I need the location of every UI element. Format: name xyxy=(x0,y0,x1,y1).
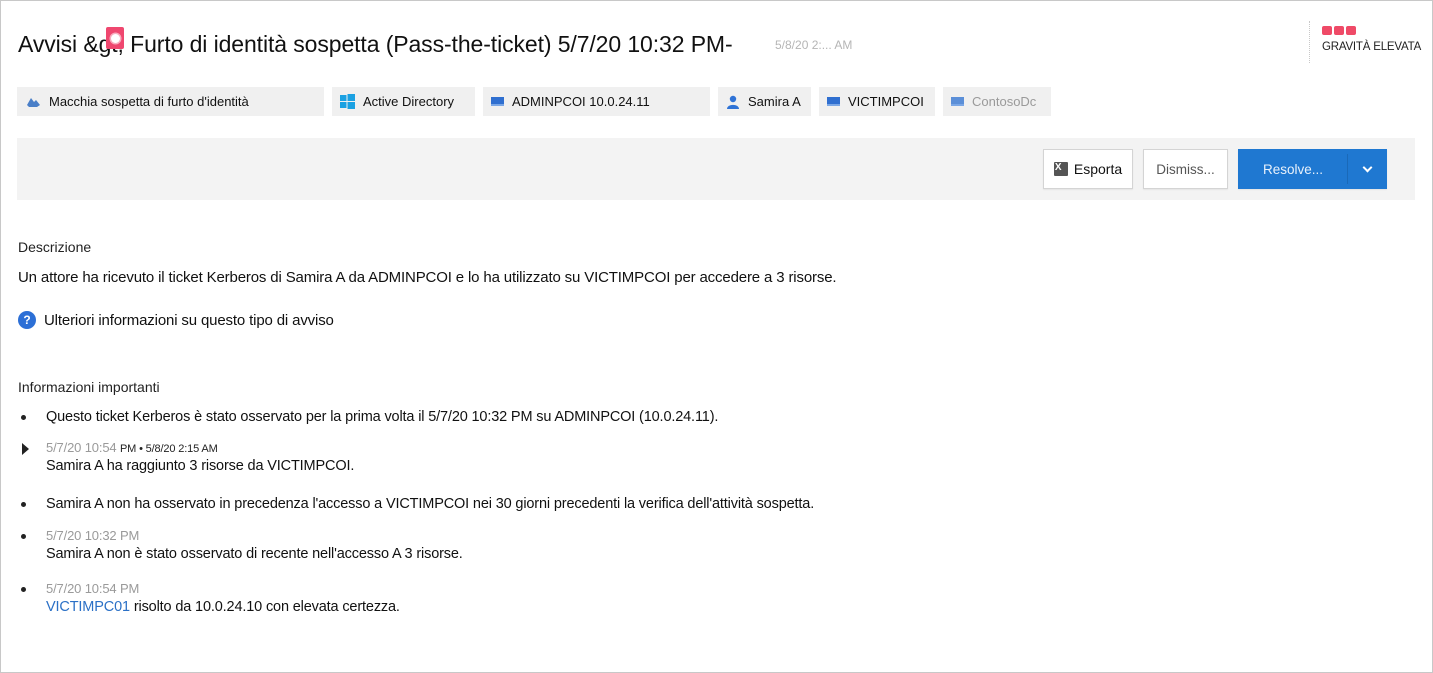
page-title: Avvisi &gt; Furto di identità sospetta (… xyxy=(18,27,852,61)
info-timestamp-range: PM • 5/8/20 2:15 AM xyxy=(119,443,218,455)
alert-badge-icon xyxy=(106,27,124,49)
info-item: Questo ticket Kerberos è stato osservato… xyxy=(21,409,718,425)
expand-arrow-icon[interactable] xyxy=(22,443,29,455)
chip-active-directory[interactable]: Active Directory xyxy=(332,87,475,116)
dismiss-label: Dismiss... xyxy=(1156,161,1215,177)
severity-bar xyxy=(1322,26,1332,35)
info-item: Samira A non ha osservato in precedenza … xyxy=(21,496,814,512)
learn-more-link[interactable]: ? Ulteriori informazioni su questo tipo … xyxy=(18,311,334,329)
entity-chips: Macchia sospetta di furto d'identità Act… xyxy=(17,87,1051,116)
user-icon xyxy=(726,95,740,109)
excel-icon xyxy=(1053,162,1068,176)
severity-indicator: GRAVITÀ ELEVATA xyxy=(1309,21,1421,63)
severity-label: GRAVITÀ ELEVATA xyxy=(1322,41,1422,53)
bullet-icon xyxy=(21,415,26,420)
severity-bar xyxy=(1346,26,1356,35)
bullet-icon xyxy=(21,587,26,592)
chip-label: Macchia sospetta di furto d'identità xyxy=(49,94,249,109)
command-bar: Esporta Dismiss... Resolve... xyxy=(17,138,1415,200)
title-end-time-ghost: 5/8/20 2:... AM xyxy=(775,38,853,52)
info-item-expandable: 5/7/20 10:54 PM • 5/8/20 2:15 AM Samira … xyxy=(21,440,354,474)
chip-label: Samira A xyxy=(748,94,801,109)
chip-label: Active Directory xyxy=(363,94,455,109)
info-text: Questo ticket Kerberos è stato osservato… xyxy=(46,409,719,425)
info-timestamp-row: 5/7/20 10:54 PM • 5/8/20 2:15 AM xyxy=(46,440,354,455)
info-item: 5/7/20 10:32 PM Samira A non è stato oss… xyxy=(21,528,463,562)
info-item: 5/7/20 10:54 PM VICTIMPC01 risolto da 10… xyxy=(21,581,400,615)
computer-icon xyxy=(827,97,840,106)
resolve-dropdown-chevron-down-icon[interactable] xyxy=(1347,150,1388,188)
export-label: Esporta xyxy=(1073,161,1123,177)
bullet-icon xyxy=(21,534,26,539)
computer-link[interactable]: VICTIMPC01 xyxy=(46,599,130,615)
chip-label: ContosoDc xyxy=(972,94,1037,109)
info-timestamp: 5/7/20 10:54 xyxy=(46,440,117,455)
info-timestamp: 5/7/20 10:54 PM xyxy=(46,581,140,596)
resolve-button[interactable]: Resolve... xyxy=(1239,162,1347,177)
chip-label: VICTIMPCOI xyxy=(848,94,924,109)
severity-bars-icon xyxy=(1322,26,1421,35)
learn-more-label: Ulteriori informazioni su questo tipo di… xyxy=(44,311,334,329)
chip-label: ADMINPCOI 10.0.24.11 xyxy=(512,94,650,109)
info-text: Samira A non ha osservato in precedenza … xyxy=(46,496,815,512)
description-text: Un attore ha ricevuto il ticket Kerberos… xyxy=(18,269,837,286)
severity-bar xyxy=(1334,26,1344,35)
windows-icon xyxy=(340,94,355,109)
chip-user[interactable]: Samira A xyxy=(718,87,811,116)
page-title-text: Avvisi &gt; Furto di identità sospetta (… xyxy=(18,30,733,57)
computer-icon xyxy=(951,97,964,106)
identity-theft-icon xyxy=(25,96,41,108)
chip-alert-type[interactable]: Macchia sospetta di furto d'identità xyxy=(17,87,324,116)
chip-source-computer[interactable]: ADMINPCOI 10.0.24.11 xyxy=(483,87,710,116)
info-text: risolto da 10.0.24.10 con elevata certez… xyxy=(133,599,400,615)
description-heading: Descrizione xyxy=(18,239,92,255)
chip-domain-controller[interactable]: ContosoDc xyxy=(943,87,1051,116)
export-button[interactable]: Esporta xyxy=(1043,149,1133,189)
resolve-split-button: Resolve... xyxy=(1238,149,1387,189)
dismiss-button[interactable]: Dismiss... xyxy=(1143,149,1228,189)
info-timestamp: 5/7/20 10:32 PM xyxy=(46,528,140,543)
bullet-icon xyxy=(21,502,26,507)
computer-icon xyxy=(491,97,504,106)
important-info-heading: Informazioni importanti xyxy=(18,379,160,395)
help-icon: ? xyxy=(18,311,36,329)
chip-destination-computer[interactable]: VICTIMPCOI xyxy=(819,87,935,116)
alert-detail-page: Avvisi &gt; Furto di identità sospetta (… xyxy=(0,0,1433,673)
info-text: Samira A ha raggiunto 3 risorse da VICTI… xyxy=(46,458,355,474)
info-text: Samira A non è stato osservato di recent… xyxy=(46,546,463,562)
